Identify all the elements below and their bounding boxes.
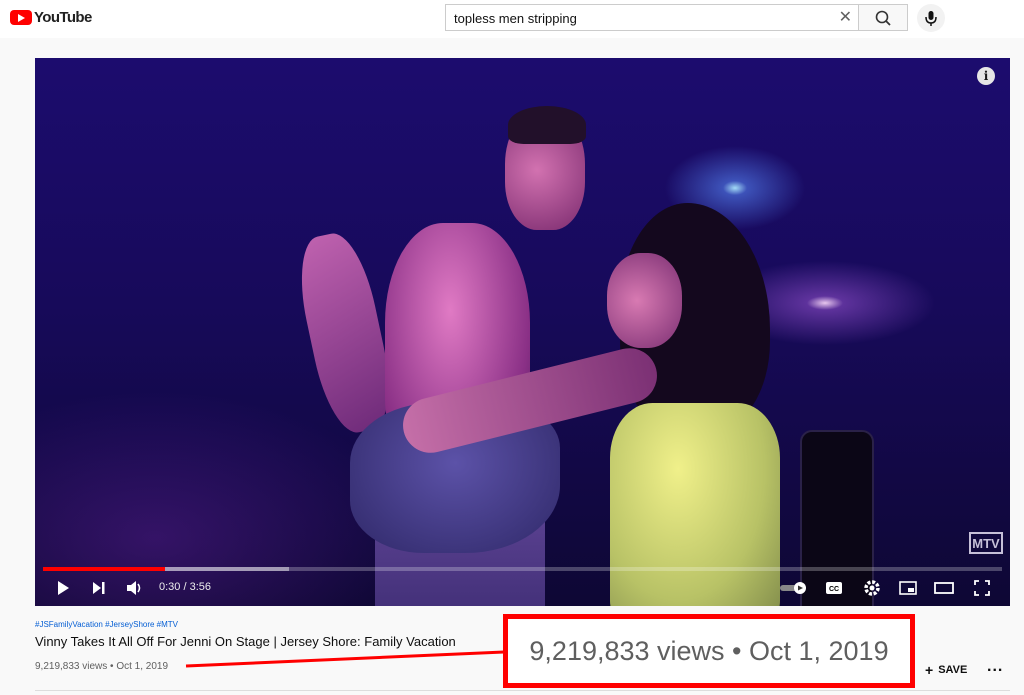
annotation-arrow: [185, 650, 505, 668]
annotation-callout-text: 9,219,833 views • Oct 1, 2019: [529, 635, 889, 666]
annotation-callout: 9,219,833 views • Oct 1, 2019: [503, 614, 915, 688]
